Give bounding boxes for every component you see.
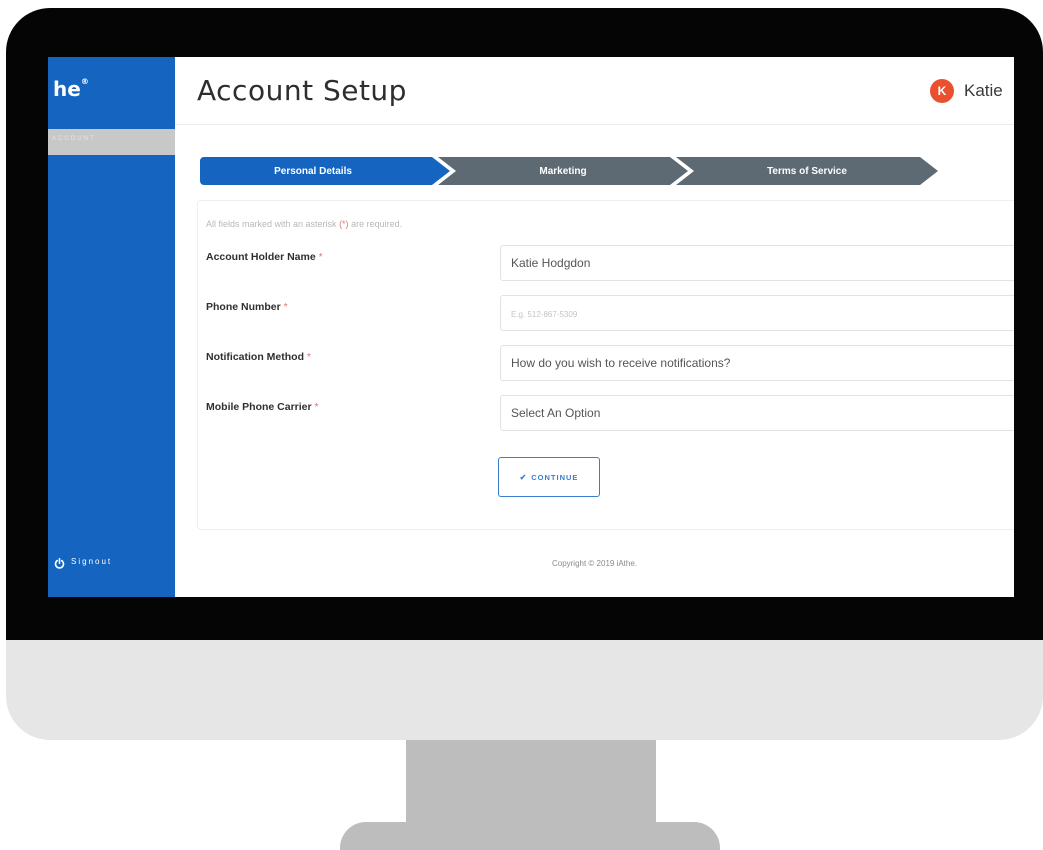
form-row-phone-number: Phone Number * (206, 295, 1014, 331)
field-label: Account Holder Name * (206, 251, 323, 263)
field-label-text: Mobile Phone Carrier (206, 401, 312, 413)
field-label: Mobile Phone Carrier * (206, 401, 319, 413)
monitor-stand-base (340, 822, 720, 850)
setup-stepper: Personal Details Marketing Terms of Serv… (200, 157, 938, 185)
main-content: Account Setup K Katie Personal Details M… (175, 57, 1014, 597)
required-asterisk: * (283, 301, 288, 313)
required-note-marker: (*) (339, 219, 349, 229)
phone-number-field[interactable] (500, 295, 1014, 331)
field-label-text: Account Holder Name (206, 251, 316, 263)
field-label: Phone Number * (206, 301, 288, 313)
user-name: Katie (964, 81, 1003, 100)
required-fields-note: All fields marked with an asterisk (*) a… (206, 219, 402, 229)
sidebar-item-label: Account (52, 136, 96, 142)
step-marketing[interactable]: Marketing (438, 157, 688, 185)
user-menu[interactable]: K Katie (930, 79, 1003, 103)
mobile-phone-carrier-value: Select An Option (511, 406, 601, 420)
step-label: Personal Details (274, 165, 352, 177)
copyright-text: Copyright © 2019 iAthe. (551, 559, 638, 568)
screen: he® Account Signout Account Setup K Kati… (48, 57, 1014, 597)
field-label-text: Phone Number (206, 301, 281, 313)
required-note-prefix: All fields marked with an asterisk (206, 219, 340, 229)
brand-logo[interactable]: he® (53, 77, 89, 101)
phone-number-input[interactable] (511, 306, 1014, 320)
personal-details-form: All fields marked with an asterisk (*) a… (197, 200, 1014, 530)
form-row-mobile-phone-carrier: Mobile Phone Carrier * Select An Option (206, 395, 1014, 431)
brand-mark: ® (80, 77, 89, 86)
required-asterisk: * (314, 401, 319, 413)
field-label: Notification Method * (206, 351, 311, 363)
notification-method-select[interactable]: How do you wish to receive notifications… (500, 345, 1014, 381)
monitor-stand-neck (406, 740, 656, 828)
page-title: Account Setup (197, 74, 407, 107)
step-terms-of-service[interactable]: Terms of Service (676, 157, 938, 185)
monitor-chin (6, 640, 1043, 740)
required-note-suffix: are required. (348, 219, 403, 229)
step-personal-details[interactable]: Personal Details (200, 157, 450, 185)
top-bar: Account Setup K Katie (175, 57, 1014, 125)
step-label: Marketing (539, 165, 587, 177)
form-row-notification-method: Notification Method * How do you wish to… (206, 345, 1014, 381)
continue-label: CONTINUE (531, 472, 579, 482)
account-holder-name-field[interactable] (500, 245, 1014, 281)
signout-button[interactable]: Signout (54, 556, 113, 569)
sidebar: he® Account Signout (48, 57, 175, 597)
avatar: K (930, 79, 954, 103)
brand-text: he (53, 77, 81, 101)
power-icon (54, 556, 65, 569)
sidebar-item-account[interactable]: Account (48, 129, 175, 155)
form-row-account-holder-name: Account Holder Name * (206, 245, 1014, 281)
continue-button[interactable]: ✔ CONTINUE (498, 457, 600, 497)
required-asterisk: * (318, 251, 323, 263)
mobile-phone-carrier-select[interactable]: Select An Option (500, 395, 1014, 431)
account-holder-name-input[interactable] (511, 256, 1014, 270)
notification-method-value: How do you wish to receive notifications… (511, 356, 731, 370)
check-icon: ✔ (519, 472, 528, 482)
field-label-text: Notification Method (206, 351, 304, 363)
step-label: Terms of Service (767, 165, 847, 177)
required-asterisk: * (306, 351, 312, 363)
signout-label: Signout (71, 557, 113, 566)
